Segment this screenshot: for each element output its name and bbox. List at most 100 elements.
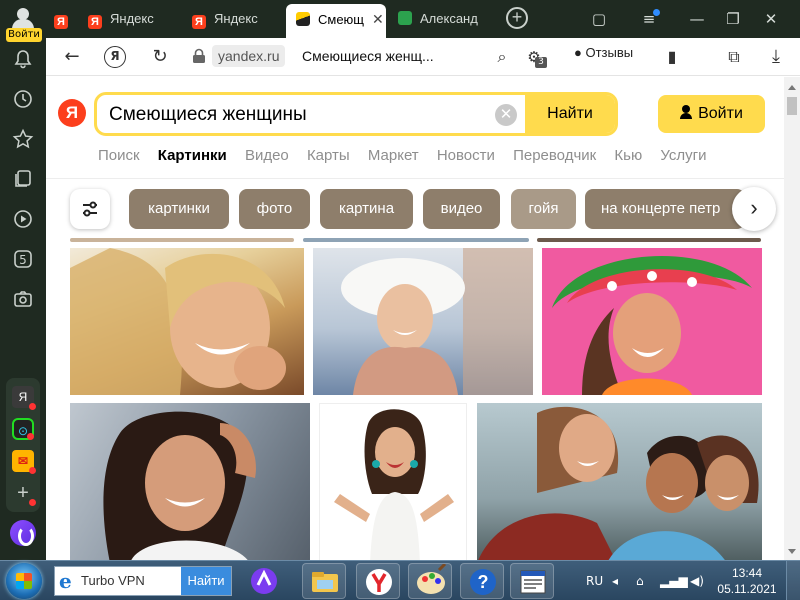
service-images[interactable]: Картинки — [158, 147, 227, 164]
chips-next-button[interactable]: › — [732, 187, 776, 231]
back-button[interactable]: ← — [60, 45, 84, 69]
tab-yandex-3[interactable]: Я Яндекс — [192, 6, 288, 32]
paint-taskbar-icon[interactable] — [408, 562, 452, 599]
translate-icon[interactable]: ⌕ — [490, 45, 514, 69]
history-icon[interactable] — [11, 88, 35, 112]
login-button[interactable]: Войти — [658, 95, 765, 133]
tab-images-active[interactable]: Смеющ ✕ — [286, 4, 386, 38]
scroll-up-icon[interactable] — [788, 85, 796, 90]
search-input[interactable]: Смеющиеся женщины ✕ Найти — [94, 92, 618, 136]
alice-taskbar-icon[interactable] — [242, 563, 286, 599]
chip-kartinki[interactable]: картинки — [129, 189, 229, 229]
video-icon[interactable] — [11, 208, 35, 232]
bell-icon[interactable] — [11, 48, 35, 72]
taskbar-clock[interactable]: 13:44 05.11.2021 — [714, 565, 780, 597]
page-scrollbar[interactable] — [784, 77, 800, 560]
show-desktop-button[interactable] — [786, 561, 800, 600]
service-market[interactable]: Маркет — [368, 147, 419, 164]
music-app-icon[interactable]: ⊙ — [12, 418, 34, 440]
clock-time: 13:44 — [731, 566, 763, 580]
mail-app-label: ✉ — [17, 454, 29, 468]
yandex-app-icon[interactable]: Я — [12, 386, 36, 410]
chip-goya[interactable]: гойя — [511, 189, 576, 229]
protect-icon[interactable]: ⚙ 3 — [522, 45, 547, 69]
add-app-icon[interactable]: + — [12, 482, 36, 506]
service-search[interactable]: Поиск — [98, 147, 140, 164]
image-thumb[interactable] — [542, 248, 762, 395]
reviews-button[interactable]: ● Отзывы — [574, 42, 633, 64]
browser-sidebar: Войти 5 Я ⊙ ✉ + — [0, 0, 46, 560]
service-video[interactable]: Видео — [245, 147, 289, 164]
tray-volume-icon[interactable]: ◀) — [690, 561, 704, 600]
reload-icon[interactable]: ↻ — [148, 45, 172, 69]
image-thumb[interactable] — [477, 403, 762, 560]
scroll-down-icon[interactable] — [788, 549, 796, 554]
image-thumb[interactable] — [70, 248, 304, 395]
screenshot-icon[interactable] — [11, 288, 35, 312]
image-thumb-partial[interactable] — [303, 238, 529, 242]
mail-app-icon[interactable]: ✉ — [12, 450, 36, 474]
filters-button[interactable] — [70, 189, 110, 229]
clear-search-icon[interactable]: ✕ — [495, 104, 517, 126]
service-news[interactable]: Новости — [437, 147, 495, 164]
explorer-taskbar-icon[interactable] — [302, 563, 346, 599]
help-taskbar-icon[interactable]: ? — [460, 563, 504, 599]
language-indicator[interactable]: RU — [586, 561, 603, 600]
vpn-find-button[interactable]: Найти — [181, 567, 231, 595]
image-thumb[interactable] — [319, 403, 467, 560]
service-translate[interactable]: Переводчик — [513, 147, 596, 164]
image-thumb[interactable] — [313, 248, 533, 395]
service-maps[interactable]: Карты — [307, 147, 350, 164]
find-button[interactable]: Найти — [525, 95, 615, 133]
yandex-logo[interactable]: Я — [58, 99, 86, 127]
profile-button[interactable]: Войти — [6, 4, 42, 42]
reviews-label: Отзывы — [585, 45, 634, 60]
collections-icon[interactable] — [11, 168, 35, 192]
turbo-vpn-search[interactable]: e Turbo VPN Найти — [54, 566, 232, 596]
collections-toolbar-icon[interactable]: ⧉ — [722, 45, 746, 69]
tab-yandex-2[interactable]: Я Яндекс — [88, 6, 184, 32]
service-q[interactable]: Кью — [614, 147, 642, 164]
image-laughing-blonde — [70, 248, 286, 395]
tray-network-icon[interactable]: ▂▄▆ — [660, 561, 688, 600]
yandex-browser-taskbar-icon[interactable] — [356, 563, 400, 599]
menu-icon[interactable]: ≡ — [636, 6, 662, 32]
tab-yandex-1[interactable]: Я — [54, 6, 86, 32]
scroll-thumb[interactable] — [787, 97, 797, 115]
app-window-taskbar-icon[interactable] — [510, 563, 554, 599]
tab-title: Яндекс — [110, 11, 154, 26]
url-domain: yandex.ru — [212, 45, 286, 67]
green-favicon-icon — [398, 11, 412, 25]
search-query: Смеющиеся женщины — [109, 104, 307, 125]
counter-icon[interactable]: 5 — [11, 248, 35, 272]
minimize-icon[interactable]: — — [684, 6, 710, 32]
new-tab-button[interactable]: + — [506, 7, 528, 29]
address-bar: ← Я ↻ yandex.ru Смеющиеся женщ... ⌕ ⚙ 3 ●… — [46, 38, 800, 76]
svg-text:?: ? — [478, 572, 489, 592]
bookmark-icon[interactable]: ▮ — [660, 45, 684, 69]
image-thumb[interactable] — [70, 403, 310, 560]
tabs-manager-icon[interactable]: ▢ — [586, 6, 612, 32]
chip-kartina[interactable]: картина — [320, 189, 413, 229]
chip-concert[interactable]: на концерте петр — [585, 189, 745, 229]
image-thumb-partial[interactable] — [537, 238, 761, 242]
star-icon[interactable] — [11, 128, 35, 152]
tab-title: Александ — [420, 11, 478, 26]
downloads-icon[interactable]: ⤓ — [764, 45, 788, 69]
chip-video[interactable]: видео — [423, 189, 500, 229]
yandex-home-icon[interactable]: Я — [104, 46, 126, 68]
service-uslugi[interactable]: Услуги — [660, 147, 706, 164]
alice-assistant-icon[interactable] — [10, 520, 36, 546]
restore-icon[interactable]: ❐ — [720, 6, 746, 32]
user-icon — [680, 105, 693, 119]
close-window-icon[interactable]: ✕ — [758, 6, 784, 32]
tray-expand-icon[interactable]: ◂ — [612, 561, 618, 600]
sidebar-login-label[interactable]: Войти — [6, 28, 42, 42]
tray-device-icon[interactable]: ⌂ — [636, 561, 644, 600]
start-button[interactable] — [6, 563, 42, 599]
tab-close-icon[interactable]: ✕ — [372, 4, 384, 34]
image-thumb-partial[interactable] — [70, 238, 294, 242]
tab-aleksandr[interactable]: Александ — [398, 6, 494, 32]
chip-foto[interactable]: фото — [239, 189, 310, 229]
clock-date: 05.11.2021 — [717, 582, 777, 596]
